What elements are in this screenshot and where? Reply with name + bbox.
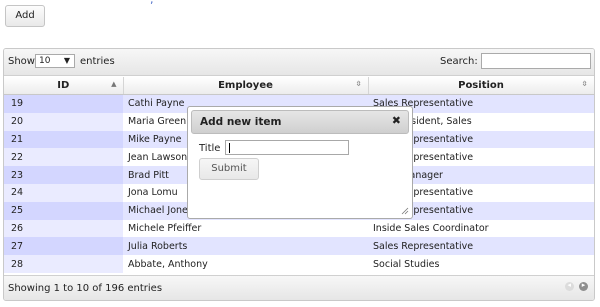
cell-id: 28	[4, 255, 123, 273]
title-input[interactable]	[225, 140, 349, 155]
column-header-position[interactable]: Position ⇳	[368, 77, 594, 95]
cell-id: 22	[4, 148, 123, 167]
sort-ascending-icon: ▲	[111, 80, 117, 88]
dialog-titlebar[interactable]: Add new item ✖	[191, 110, 409, 134]
column-header-label: Position	[458, 80, 504, 91]
cell-employee: Michele Pfeiffer	[123, 219, 368, 238]
column-header-employee[interactable]: Employee ⇳	[123, 77, 369, 95]
table-toolbar-top: Show 10 ▼ entries Search:	[4, 49, 594, 76]
close-icon[interactable]: ✖	[392, 114, 401, 127]
table-toolbar-bottom: Showing 1 to 10 of 196 entries ◂ ▸	[4, 275, 594, 300]
table-row[interactable]: 28 Abbate, Anthony Social Studies	[4, 255, 594, 273]
cell-id: 19	[4, 94, 123, 113]
table-row[interactable]: 26 Michele Pfeiffer Inside Sales Coordin…	[4, 219, 594, 238]
top-link-fragment: ,	[150, 0, 154, 6]
prev-page-icon[interactable]: ◂	[564, 281, 574, 291]
column-header-label: Employee	[218, 80, 273, 91]
cell-position: Sales Representative	[368, 237, 594, 256]
cell-id: 21	[4, 130, 123, 149]
submit-button[interactable]: Submit	[199, 158, 259, 180]
table-row[interactable]: 27 Julia Roberts Sales Representative	[4, 237, 594, 256]
resize-grip-icon[interactable]	[401, 207, 409, 215]
search-label: Search:	[440, 56, 478, 67]
title-field-label: Title	[199, 143, 221, 154]
pagination: ◂ ▸	[563, 281, 588, 294]
table-header-row: ID ▲ Employee ⇳ Position ⇳	[4, 77, 594, 95]
column-header-id[interactable]: ID ▲	[4, 77, 124, 95]
cell-employee: Julia Roberts	[123, 237, 368, 256]
sort-both-icon: ⇳	[355, 80, 362, 88]
cell-id: 26	[4, 219, 123, 238]
cell-id: 24	[4, 183, 123, 202]
cell-id: 20	[4, 112, 123, 131]
cell-id: 27	[4, 237, 123, 256]
length-menu-prefix: Show	[8, 56, 35, 67]
column-header-label: ID	[57, 80, 70, 91]
cell-id: 25	[4, 201, 123, 220]
dialog-title: Add new item	[200, 116, 282, 128]
next-page-icon[interactable]: ▸	[579, 281, 588, 291]
cell-id: 23	[4, 166, 123, 184]
entries-per-page-select[interactable]: 10 ▼	[35, 54, 75, 68]
cell-employee: Abbate, Anthony	[123, 255, 368, 273]
search-input[interactable]	[481, 53, 591, 69]
cell-position: Social Studies	[368, 255, 594, 273]
chevron-down-icon: ▼	[63, 56, 70, 65]
table-info: Showing 1 to 10 of 196 entries	[8, 283, 163, 294]
cell-position: Inside Sales Coordinator	[368, 219, 594, 238]
add-button[interactable]: Add	[5, 5, 45, 27]
sort-both-icon: ⇳	[581, 80, 588, 88]
entries-per-page-value: 10	[39, 56, 51, 66]
text-cursor	[229, 143, 230, 153]
length-menu-suffix: entries	[80, 56, 115, 67]
add-item-dialog: Add new item ✖ Title Submit	[187, 106, 413, 219]
